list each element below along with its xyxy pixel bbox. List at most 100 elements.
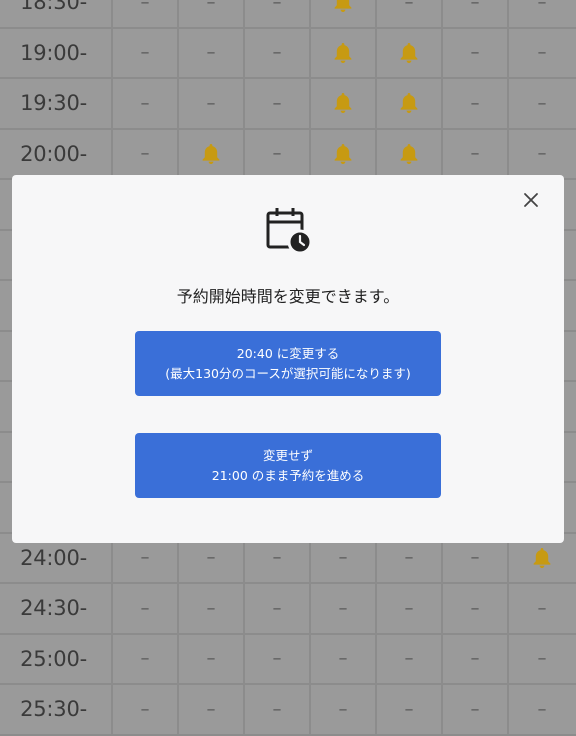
unavailable-slot: –: [443, 0, 509, 27]
slot-value: –: [272, 648, 282, 670]
waitlist-bell-icon[interactable]: [311, 28, 377, 77]
slot-value: –: [272, 143, 282, 165]
slot-value: –: [404, 597, 414, 619]
schedule-row: 24:30- – – – – – – –: [0, 584, 576, 635]
unavailable-slot: –: [311, 584, 377, 633]
slot-value: –: [272, 42, 282, 64]
slot-value: –: [338, 648, 348, 670]
slot-value: –: [537, 698, 547, 720]
unavailable-slot: –: [113, 28, 179, 77]
unavailable-slot: –: [377, 584, 443, 633]
slot-value: –: [537, 143, 547, 165]
waitlist-bell-icon[interactable]: [311, 129, 377, 178]
slot-value: –: [537, 42, 547, 64]
unavailable-slot: –: [377, 685, 443, 734]
unavailable-slot: –: [443, 28, 509, 77]
unavailable-slot: –: [179, 634, 245, 683]
change-button-line2: (最大130分のコースが選択可能になります): [165, 365, 411, 381]
change-start-time-dialog: 予約開始時間を変更できます。 20:40 に変更する (最大130分のコースが選…: [12, 175, 564, 543]
slot-value: –: [140, 597, 150, 619]
slot-value: –: [470, 92, 480, 114]
slot-value: –: [338, 698, 348, 720]
slot-value: –: [537, 648, 547, 670]
unavailable-slot: –: [509, 635, 575, 684]
waitlist-bell-icon[interactable]: [377, 129, 443, 178]
unavailable-slot: –: [509, 79, 575, 128]
unavailable-slot: –: [509, 29, 575, 78]
time-label: 20:00-: [0, 129, 113, 178]
unavailable-slot: –: [113, 129, 179, 178]
waitlist-bell-icon[interactable]: [311, 0, 377, 27]
keep-button-line1: 変更せず: [262, 447, 313, 463]
slot-value: –: [404, 648, 414, 670]
unavailable-slot: –: [443, 685, 509, 734]
time-label: 18:30-: [0, 0, 113, 27]
slot-value: –: [537, 597, 547, 619]
slot-value: –: [338, 547, 348, 569]
waitlist-bell-icon[interactable]: [179, 129, 245, 178]
unavailable-slot: –: [443, 79, 509, 128]
unavailable-slot: –: [245, 0, 311, 27]
slot-value: –: [470, 698, 480, 720]
unavailable-slot: –: [245, 634, 311, 683]
unavailable-slot: –: [113, 0, 179, 27]
slot-value: –: [206, 0, 216, 13]
slot-value: –: [206, 648, 216, 670]
unavailable-slot: –: [377, 0, 443, 27]
slot-value: –: [470, 597, 480, 619]
schedule-row: 18:30- – – – – – –: [0, 0, 576, 29]
slot-value: –: [470, 143, 480, 165]
slot-value: –: [140, 0, 150, 13]
slot-value: –: [470, 648, 480, 670]
unavailable-slot: –: [179, 0, 245, 27]
unavailable-slot: –: [311, 634, 377, 683]
slot-value: –: [272, 698, 282, 720]
slot-value: –: [470, 547, 480, 569]
time-label: 24:30-: [0, 584, 113, 633]
slot-value: –: [470, 0, 480, 13]
waitlist-bell-icon[interactable]: [377, 79, 443, 128]
unavailable-slot: –: [113, 685, 179, 734]
schedule-row: 19:00- – – – – –: [0, 28, 576, 79]
slot-value: –: [272, 0, 282, 13]
slot-value: –: [140, 42, 150, 64]
time-label: 25:30-: [0, 685, 113, 734]
unavailable-slot: –: [179, 79, 245, 128]
slot-value: –: [404, 547, 414, 569]
slot-value: –: [272, 547, 282, 569]
time-label: 19:30-: [0, 79, 113, 128]
slot-value: –: [140, 547, 150, 569]
slot-value: –: [140, 143, 150, 165]
unavailable-slot: –: [509, 0, 575, 27]
waitlist-bell-icon[interactable]: [311, 79, 377, 128]
schedule-row: 25:00- – – – – – – –: [0, 634, 576, 685]
slot-value: –: [404, 698, 414, 720]
slot-value: –: [206, 547, 216, 569]
slot-value: –: [272, 597, 282, 619]
slot-value: –: [140, 698, 150, 720]
schedule-row: 20:00- – – – –: [0, 129, 576, 180]
keep-start-time-button[interactable]: 変更せず 21:00 のまま予約を進める: [135, 433, 441, 498]
dialog-message: 予約開始時間を変更できます。: [176, 287, 400, 306]
unavailable-slot: –: [245, 685, 311, 734]
unavailable-slot: –: [311, 685, 377, 734]
unavailable-slot: –: [113, 79, 179, 128]
unavailable-slot: –: [509, 685, 575, 734]
unavailable-slot: –: [245, 584, 311, 633]
unavailable-slot: –: [113, 584, 179, 633]
slot-value: –: [537, 92, 547, 114]
slot-value: –: [140, 648, 150, 670]
schedule-row: 19:30- – – – – –: [0, 79, 576, 130]
slot-value: –: [338, 597, 348, 619]
close-icon[interactable]: [522, 191, 540, 209]
unavailable-slot: –: [377, 634, 443, 683]
unavailable-slot: –: [245, 129, 311, 178]
unavailable-slot: –: [509, 584, 575, 633]
slot-value: –: [206, 92, 216, 114]
slot-value: –: [206, 597, 216, 619]
change-start-time-button[interactable]: 20:40 に変更する (最大130分のコースが選択可能になります): [135, 331, 441, 396]
unavailable-slot: –: [443, 584, 509, 633]
waitlist-bell-icon[interactable]: [377, 28, 443, 77]
slot-value: –: [206, 698, 216, 720]
slot-value: –: [470, 42, 480, 64]
